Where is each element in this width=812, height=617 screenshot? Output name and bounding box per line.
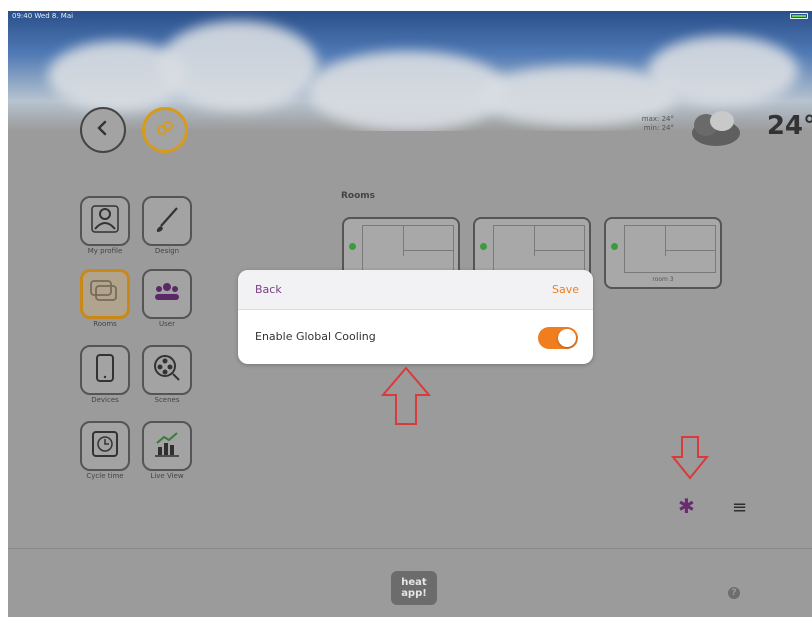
- help-icon[interactable]: ?: [728, 587, 740, 599]
- dialog-back-button[interactable]: Back: [255, 283, 282, 296]
- nav-live-view[interactable]: Live View: [140, 421, 194, 485]
- rooms-heading: Rooms: [341, 191, 376, 201]
- nav-box: [80, 345, 130, 395]
- battery-icon: [790, 13, 808, 19]
- status-time: 09:40 Wed 8. Mai: [12, 12, 74, 20]
- global-cooling-label: Enable Global Cooling: [255, 330, 376, 343]
- clock-icon: [90, 429, 120, 463]
- room-name: room 3: [652, 276, 674, 283]
- menu-icon[interactable]: ≡: [732, 497, 747, 518]
- dialog-save-button[interactable]: Save: [552, 283, 579, 296]
- nav-label: Cycle time: [86, 472, 124, 480]
- weather-max: max: 24°: [641, 115, 674, 123]
- room-status-dot: [480, 243, 487, 250]
- dialog-header: Back Save: [238, 270, 593, 310]
- brush-icon: [152, 204, 182, 238]
- link-button[interactable]: [142, 107, 188, 153]
- nav-box: [142, 196, 192, 246]
- floorplan-thumbnail: [624, 225, 716, 273]
- nav-rooms[interactable]: Rooms: [78, 269, 132, 333]
- nav-box: [142, 421, 192, 471]
- nav-user[interactable]: User: [140, 269, 194, 333]
- nav-box: [80, 269, 130, 319]
- cloud-icon: [686, 107, 742, 153]
- nav-box: [142, 269, 192, 319]
- nav-label: User: [159, 320, 175, 328]
- nav-box: [142, 345, 192, 395]
- toggle-knob: [558, 329, 576, 347]
- nav-label: My profile: [87, 247, 123, 255]
- weather-min: min: 24°: [643, 124, 674, 132]
- room-card[interactable]: room 3: [604, 217, 722, 289]
- heat-app-logo: heat app!: [391, 571, 437, 605]
- app-screen: 09:40 Wed 8. Mai max: 24° min: 24° 24° M…: [8, 11, 812, 617]
- footer-divider: [8, 548, 812, 549]
- arrow-up-annotation-icon: [380, 365, 432, 431]
- global-cooling-dialog: Back Save Enable Global Cooling: [238, 270, 593, 364]
- nav-cycle-time[interactable]: Cycle time: [78, 421, 132, 485]
- rooms-icon: [89, 277, 121, 311]
- snowflake-cooling-icon[interactable]: ✱: [678, 494, 695, 518]
- users-icon: [152, 280, 182, 308]
- nav-devices[interactable]: Devices: [78, 345, 132, 409]
- nav-box: [80, 421, 130, 471]
- floorplan-thumbnail: [493, 225, 585, 273]
- room-status-dot: [611, 243, 618, 250]
- tablet-icon: [93, 353, 117, 387]
- link-icon: [154, 117, 176, 143]
- nav-label: Scenes: [154, 396, 180, 404]
- user-profile-icon: [90, 204, 120, 238]
- arrow-down-annotation-icon: [670, 435, 710, 485]
- nav-label: Devices: [91, 396, 119, 404]
- nav-label: Rooms: [93, 320, 117, 328]
- chevron-left-icon: [94, 119, 112, 141]
- temperature-display: 24°: [766, 111, 812, 141]
- floorplan-thumbnail: [362, 225, 454, 273]
- nav-scenes[interactable]: Scenes: [140, 345, 194, 409]
- live-chart-icon: [152, 429, 182, 463]
- nav-label: Design: [154, 247, 180, 255]
- room-status-dot: [349, 243, 356, 250]
- nav-box: [80, 196, 130, 246]
- nav-label: Live View: [150, 472, 184, 480]
- nav-design[interactable]: Design: [140, 196, 194, 260]
- back-button[interactable]: [80, 107, 126, 153]
- film-reel-icon: [152, 353, 182, 387]
- nav-my-profile[interactable]: My profile: [78, 196, 132, 260]
- global-cooling-toggle[interactable]: [538, 327, 578, 349]
- weather-widget: max: 24° min: 24° 24°: [612, 101, 812, 161]
- logo-text: heat app!: [401, 577, 427, 599]
